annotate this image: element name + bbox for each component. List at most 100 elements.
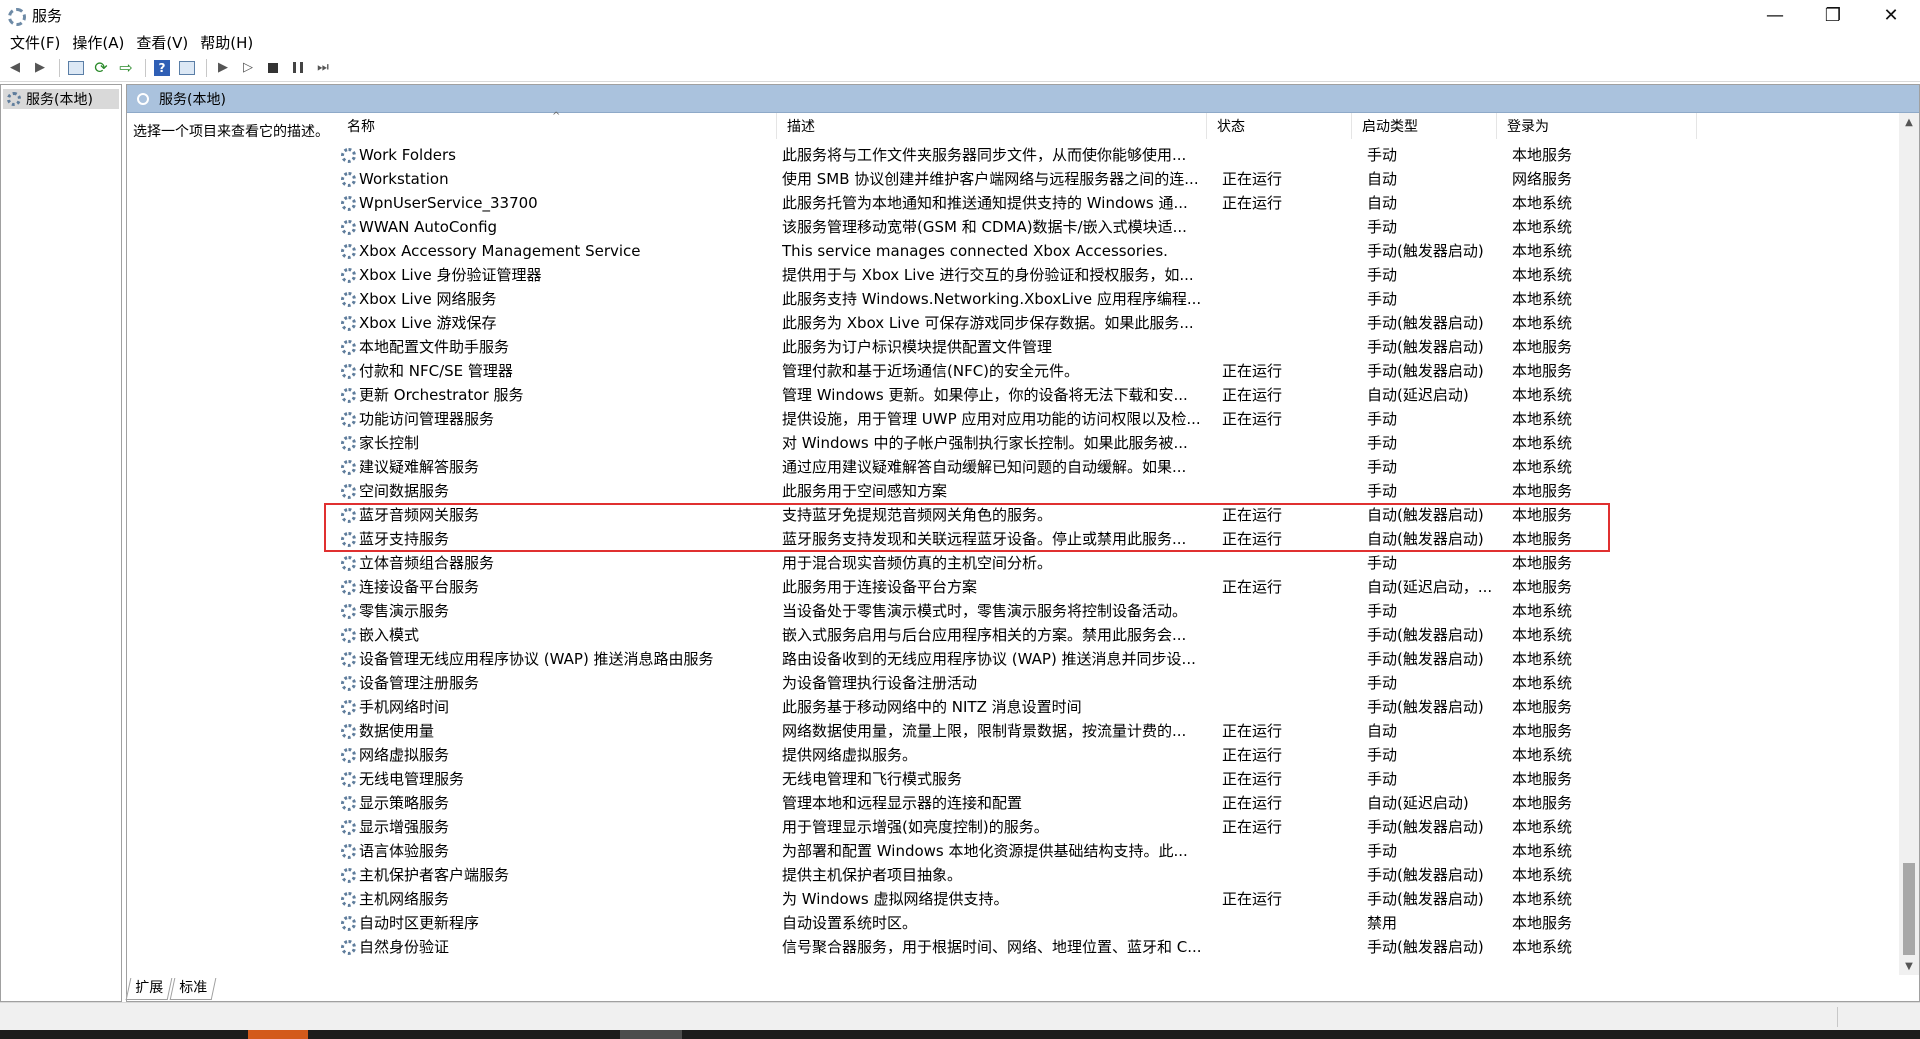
toolbar-separator <box>59 58 60 77</box>
service-description: 此服务基于移动网络中的 NITZ 消息设置时间 <box>782 698 1082 716</box>
table-row[interactable]: 更新 Orchestrator 服务 管理 Windows 更新。如果停止，你的设… <box>337 383 1897 407</box>
refresh-icon[interactable]: ⟳ <box>90 57 112 79</box>
table-row[interactable]: WWAN AutoConfig 该服务管理移动宽带(GSM 和 CDMA)数据卡/… <box>337 215 1897 239</box>
table-row[interactable]: WpnUserService_33700 此服务托管为本地通知和推送通知提供支持的… <box>337 191 1897 215</box>
properties-icon[interactable] <box>176 57 198 79</box>
table-row[interactable]: 手机网络时间 此服务基于移动网络中的 NITZ 消息设置时间 手动(触发器启动) 本地… <box>337 695 1897 719</box>
table-row[interactable]: 本地配置文件助手服务 此服务为订户标识模块提供配置文件管理 手动(触发器启动) 本地服… <box>337 335 1897 359</box>
service-name: 自然身份验证 <box>359 938 450 956</box>
service-name-cell: 网络虚拟服务 <box>341 743 781 767</box>
column-header-description[interactable]: 描述 <box>777 113 1207 139</box>
column-status-label: 状态 <box>1217 119 1245 135</box>
service-status: 正在运行 <box>1222 578 1283 596</box>
table-row[interactable]: Work Folders 此服务将与工作文件夹服务器同步文件，从而使你能够使用..… <box>337 143 1897 167</box>
table-row[interactable]: Xbox Live 身份验证管理器 提供用于与 Xbox Live 进行交互的身份… <box>337 263 1897 287</box>
service-name-cell: 显示策略服务 <box>341 791 781 815</box>
forward-arrow-icon[interactable]: ▶ <box>29 57 51 79</box>
table-row[interactable]: 家长控制 对 Windows 中的子帐户强制执行家长控制。如果此服务被... 手动 本… <box>337 431 1897 455</box>
table-row[interactable]: 自动时区更新程序 自动设置系统时区。 禁用 本地服务 <box>337 911 1897 935</box>
service-name-cell: 功能访问管理器服务 <box>341 407 781 431</box>
service-description: 使用 SMB 协议创建并维护客户端网络与远程服务器之间的连... <box>782 170 1199 188</box>
service-name: Workstation <box>359 170 449 188</box>
console-tree: 服务(本地) <box>0 84 122 1002</box>
table-row[interactable]: 连接设备平台服务 此服务用于连接设备平台方案 正在运行 自动(延迟启动，... 本地服务 <box>337 575 1897 599</box>
scrollbar-thumb[interactable] <box>1903 863 1915 955</box>
service-name: 连接设备平台服务 <box>359 578 480 596</box>
menu-view[interactable]: 查看(V) <box>130 32 194 53</box>
table-row[interactable]: 付款和 NFC/SE 管理器 管理付款和基于近场通信(NFC)的安全元件。 正在运行… <box>337 359 1897 383</box>
service-name-cell: Xbox Accessory Management Service <box>341 239 781 263</box>
table-row[interactable]: 功能访问管理器服务 提供设施，用于管理 UWP 应用对应用功能的访问权限以及检..… <box>337 407 1897 431</box>
service-description: 此服务用于空间感知方案 <box>782 482 948 500</box>
table-row[interactable]: 自然身份验证 信号聚合器服务，用于根据时间、网络、地理位置、蓝牙和 C... 手动(… <box>337 935 1897 959</box>
view-tabs: 扩展 标准 <box>125 978 217 1000</box>
service-name: 手机网络时间 <box>359 698 450 716</box>
table-row[interactable]: Xbox Live 网络服务 此服务支持 Windows.Networking.X… <box>337 287 1897 311</box>
table-row[interactable]: 无线电管理服务 无线电管理和飞行模式服务 正在运行 手动 本地服务 <box>337 767 1897 791</box>
table-row[interactable]: 显示策略服务 管理本地和远程显示器的连接和配置 正在运行 自动(延迟启动) 本地服务 <box>337 791 1897 815</box>
table-row[interactable]: 语言体验服务 为部署和配置 Windows 本地化资源提供基础结构支持。此... 手… <box>337 839 1897 863</box>
tab-extended[interactable]: 扩展 <box>125 978 173 1000</box>
service-status <box>1222 287 1342 311</box>
minimize-button[interactable]: — <box>1746 0 1804 30</box>
maximize-button[interactable]: ❐ <box>1804 0 1862 30</box>
start-service-icon[interactable]: ▶ <box>212 57 234 79</box>
search-icon <box>137 92 149 105</box>
service-name-cell: 本地配置文件助手服务 <box>341 335 781 359</box>
close-button[interactable]: ✕ <box>1862 0 1920 30</box>
table-row[interactable]: Xbox Accessory Management Service This se… <box>337 239 1897 263</box>
column-header-status[interactable]: 状态 <box>1207 113 1352 139</box>
table-row[interactable]: 零售演示服务 当设备处于零售演示模式时，零售演示服务将控制设备活动。 手动 本地系统 <box>337 599 1897 623</box>
table-row[interactable]: 嵌入模式 嵌入式服务启用与后台应用程序相关的方案。禁用此服务会... 手动(触发器启… <box>337 623 1897 647</box>
table-row[interactable]: 空间数据服务 此服务用于空间感知方案 手动 本地服务 <box>337 479 1897 503</box>
show-hide-console-tree-icon[interactable] <box>65 57 87 79</box>
table-row[interactable]: 立体音频组合器服务 用于混合现实音频仿真的主机空间分析。 手动 本地服务 <box>337 551 1897 575</box>
back-arrow-icon[interactable]: ◀ <box>4 57 26 79</box>
tab-standard[interactable]: 标准 <box>169 978 217 1000</box>
taskbar-app[interactable] <box>620 1030 682 1039</box>
gear-icon <box>341 795 356 811</box>
table-row[interactable]: Workstation 使用 SMB 协议创建并维护客户端网络与远程服务器之间的连… <box>337 167 1897 191</box>
service-startup-type: 手动 <box>1367 482 1398 500</box>
tree-item-services-local[interactable]: 服务(本地) <box>3 89 119 109</box>
service-name: 网络虚拟服务 <box>359 746 450 764</box>
menu-action[interactable]: 操作(A) <box>66 32 130 53</box>
table-row[interactable]: 建议疑难解答服务 通过应用建议疑难解答自动缓解已知问题的自动缓解。如果... 手动 本… <box>337 455 1897 479</box>
table-row[interactable]: 设备管理注册服务 为设备管理执行设备注册活动 手动 本地系统 <box>337 671 1897 695</box>
service-name-cell: Xbox Live 身份验证管理器 <box>341 263 781 287</box>
restart-service-icon[interactable]: ⏭ <box>312 57 334 79</box>
service-logon-as: 本地服务 <box>1512 914 1573 932</box>
taskbar-app-active[interactable] <box>248 1030 308 1039</box>
column-header-startup-type[interactable]: 启动类型 <box>1352 113 1497 139</box>
menu-file[interactable]: 文件(F) <box>4 32 66 53</box>
service-description: 管理付款和基于近场通信(NFC)的安全元件。 <box>782 362 1080 380</box>
scroll-up-icon[interactable]: ▲ <box>1899 113 1919 131</box>
service-name-cell: 自然身份验证 <box>341 935 781 959</box>
menu-help[interactable]: 帮助(H) <box>194 32 259 53</box>
service-description: 路由设备收到的无线应用程序协议 (WAP) 推送消息并同步设... <box>782 650 1196 668</box>
table-row[interactable]: 显示增强服务 用于管理显示增强(如亮度控制)的服务。 正在运行 手动(触发器启动) 本地… <box>337 815 1897 839</box>
export-list-icon[interactable]: ⇨ <box>115 57 137 79</box>
column-header-name[interactable]: 名称 ^ <box>337 111 777 139</box>
start-service-alt-icon[interactable]: ▷ <box>237 57 259 79</box>
stop-service-icon[interactable] <box>262 57 284 79</box>
service-name: 功能访问管理器服务 <box>359 410 495 428</box>
table-row[interactable]: Xbox Live 游戏保存 此服务为 Xbox Live 可保存游戏同步保存数据… <box>337 311 1897 335</box>
pause-service-icon[interactable] <box>287 57 309 79</box>
table-row[interactable]: 网络虚拟服务 提供网络虚拟服务。 正在运行 手动 本地系统 <box>337 743 1897 767</box>
table-row[interactable]: 设备管理无线应用程序协议 (WAP) 推送消息路由服务 路由设备收到的无线应用程序… <box>337 647 1897 671</box>
table-row[interactable]: 主机网络服务 为 Windows 虚拟网络提供支持。 正在运行 手动(触发器启动) 本地… <box>337 887 1897 911</box>
column-header-logon-as[interactable]: 登录为 <box>1497 113 1697 139</box>
service-status <box>1222 863 1342 887</box>
gear-icon <box>341 435 356 451</box>
service-startup-type: 自动(延迟启动) <box>1367 794 1469 812</box>
table-row[interactable]: 数据使用量 网络数据使用量，流量上限，限制背景数据，按流量计费的... 正在运行 自动… <box>337 719 1897 743</box>
service-description: 为 Windows 虚拟网络提供支持。 <box>782 890 1009 908</box>
help-icon[interactable]: ? <box>151 57 173 79</box>
table-row[interactable]: 主机保护者客户端服务 提供主机保护者项目抽象。 手动(触发器启动) 本地系统 <box>337 863 1897 887</box>
vertical-scrollbar[interactable]: ▲ ▼ <box>1899 113 1919 975</box>
service-name: 建议疑难解答服务 <box>359 458 480 476</box>
service-status <box>1222 551 1342 575</box>
scroll-down-icon[interactable]: ▼ <box>1899 957 1919 975</box>
service-name: 设备管理无线应用程序协议 (WAP) 推送消息路由服务 <box>359 650 714 668</box>
